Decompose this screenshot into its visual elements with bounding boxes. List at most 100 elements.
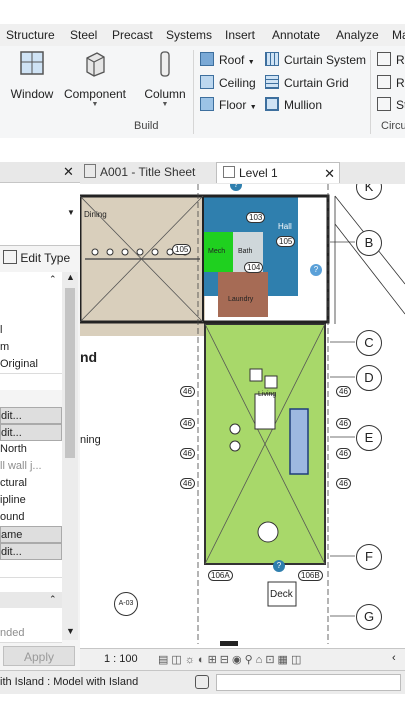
component-label: Component [63,87,127,101]
scroll-thumb[interactable] [65,288,75,458]
highlight-icon[interactable]: ▦ [278,654,291,666]
show-crop-icon[interactable]: ⊟ [220,654,232,666]
sun-path-icon[interactable]: ☼ [185,654,198,666]
mullion-button[interactable]: Mullion [265,96,322,114]
curtain-system-button[interactable]: Curtain System [265,51,366,69]
window-tag[interactable]: 46 [336,418,351,429]
close-icon[interactable]: ✕ [324,163,335,184]
prop-row[interactable]: North [0,441,62,459]
window-tag[interactable]: 46 [180,418,195,429]
window-tag[interactable]: 46 [336,448,351,459]
room-label-hall[interactable]: Hall [278,222,292,231]
window-tag[interactable]: 46 [336,386,351,397]
grid-bubble-b[interactable]: B [356,230,382,256]
constraints-icon[interactable]: ◫ [291,654,304,666]
analytical-model-icon[interactable]: ⊡ [265,654,277,666]
crop-view-icon[interactable]: ⊞ [208,654,220,666]
door-tag[interactable]: 105 [172,244,192,255]
roof-lines [334,195,405,324]
prop-row[interactable]: ctural [0,475,62,493]
ribbon-tab-bar: Structure Steel Precast Systems Insert A… [0,24,405,47]
scale-selector[interactable]: 1 : 100 [104,653,138,665]
collapse-icon[interactable]: ⌃ [49,594,57,605]
visual-style-icon[interactable]: ◫ [171,654,184,666]
scroll-up-icon[interactable]: ▲ [66,272,75,282]
component-button[interactable]: Component ▼ [62,50,128,108]
room-label-laundry[interactable]: Laundry [228,296,253,303]
prop-row[interactable] [0,560,62,578]
status-text: ith Island : Model with Island [0,676,139,688]
prop-row [0,390,62,407]
prop-edit-button[interactable]: dit... [0,424,62,441]
room-label-dining[interactable]: Dining [84,210,107,219]
column-button[interactable]: Column ▼ [142,50,188,108]
grid-bubble-c[interactable]: C [356,330,382,356]
railing-button[interactable]: Ra [377,51,405,69]
info-marker-icon[interactable]: ? [273,560,285,572]
prop-row[interactable]: ll wall j... [0,458,62,476]
tab-structure[interactable]: Structure [6,28,55,42]
section-tag[interactable]: A-03 [114,592,138,616]
prop-row[interactable]: m [0,339,62,357]
worksets-icon[interactable] [195,675,209,689]
tab-precast[interactable]: Precast [112,28,153,42]
window-tag[interactable]: 46 [180,448,195,459]
tab-annotate[interactable]: Annotate [272,28,320,42]
window-tag[interactable]: 46 [180,478,195,489]
ramp-button[interactable]: Ra [377,74,405,92]
chevron-left-icon[interactable]: ‹ [392,652,396,664]
collapse-icon[interactable]: ⌃ [49,274,57,285]
ceiling-button[interactable]: Ceiling [200,74,256,92]
tab-systems[interactable]: Systems [166,28,212,42]
info-marker-icon[interactable]: ? [310,264,322,276]
tab-massing[interactable]: Ma [392,28,405,42]
tab-analyze[interactable]: Analyze [336,28,379,42]
grid-bubble-d[interactable]: D [356,365,382,391]
floor-button[interactable]: Floor ▼ [200,96,257,114]
room-label-bath[interactable]: Bath [238,248,252,255]
prop-edit-button[interactable]: dit... [0,543,62,560]
tab-level-1[interactable]: Level 1 ✕ [216,162,340,183]
prop-row[interactable]: nded [0,625,62,643]
door-tag[interactable]: 104 [244,262,264,273]
apply-button[interactable]: Apply [3,646,75,666]
door-tag[interactable]: 105 [276,236,296,247]
drawing-canvas[interactable]: K B C D E F G Dining Hall Mech Bath Laun… [80,184,405,648]
room-label-deck[interactable]: Deck [270,589,293,600]
prop-row[interactable]: l [0,322,62,340]
roof-button[interactable]: Roof ▼ [200,51,255,69]
chevron-down-icon[interactable]: ▼ [67,208,75,217]
prop-row[interactable]: Original [0,356,62,374]
door-tag[interactable]: 106B [298,570,323,581]
tab-steel[interactable]: Steel [70,28,97,42]
room-label-mech[interactable]: Mech [208,248,225,255]
prop-row[interactable]: ound [0,509,62,527]
door-tag[interactable]: 106A [208,570,233,581]
tab-insert[interactable]: Insert [225,28,255,42]
detail-level-icon[interactable]: ▤ [158,654,171,666]
grid-bubble-e[interactable]: E [356,425,382,451]
curtain-grid-button[interactable]: Curtain Grid [265,74,349,92]
grid-bubble-f[interactable]: F [356,544,382,570]
chevron-down-icon: ▼ [247,59,255,66]
stair-button[interactable]: St [377,96,405,114]
worksharing-icon[interactable]: ⌂ [256,654,266,666]
window-tag[interactable]: 46 [336,478,351,489]
scroll-down-icon[interactable]: ▼ [66,626,75,636]
prop-edit-button[interactable]: dit... [0,407,62,424]
shadows-icon[interactable]: ◐ [198,654,208,666]
temp-hide-icon[interactable]: ◉ [232,654,245,666]
grid-bubble-g[interactable]: G [356,604,382,630]
close-icon[interactable]: ✕ [63,164,74,180]
room-label-living[interactable]: Living [258,391,276,398]
design-options-dropdown[interactable] [216,674,401,691]
door-tag[interactable]: 103 [246,212,266,223]
tab-title-sheet[interactable]: A001 - Title Sheet [84,162,214,183]
prop-row[interactable]: ipline [0,492,62,510]
reveal-hidden-icon[interactable]: ⚲ [245,654,256,666]
window-tag[interactable]: 46 [180,386,195,397]
prop-edit-button[interactable]: ame [0,526,62,543]
properties-scrollbar[interactable]: ▲ ▼ [62,272,78,640]
window-button[interactable]: Window [8,50,56,101]
edit-type-button[interactable]: Edit Type [3,248,79,268]
